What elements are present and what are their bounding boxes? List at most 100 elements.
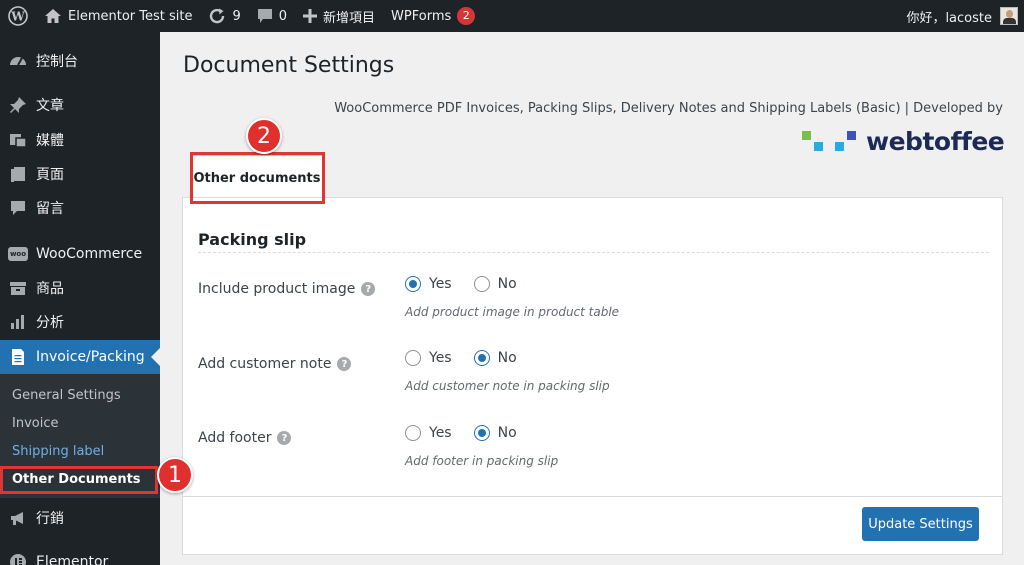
woocommerce-icon: woo xyxy=(0,247,36,261)
page-icon xyxy=(0,165,36,183)
radio-label: Yes xyxy=(429,350,452,366)
webtoffee-logo[interactable]: webtoffee xyxy=(802,126,1005,156)
webtoffee-wordmark: webtoffee xyxy=(866,126,1005,156)
radio-label: No xyxy=(497,276,517,292)
menu-item-pages[interactable]: 頁面 xyxy=(0,157,160,191)
radio-button[interactable] xyxy=(473,276,490,292)
add-customer-note-no[interactable]: No xyxy=(473,350,517,366)
svg-text:W: W xyxy=(10,10,25,24)
menu-item-dashboard[interactable]: 控制台 xyxy=(0,44,160,78)
avatar xyxy=(1000,7,1018,25)
home-icon xyxy=(44,8,62,24)
menu-item-label: 頁面 xyxy=(36,167,64,183)
menu-item-label: 分析 xyxy=(36,315,64,331)
add-footer-no[interactable]: No xyxy=(473,425,517,441)
menu-item-posts[interactable]: 文章 xyxy=(0,88,160,122)
annotation-highlight-submenu xyxy=(0,466,158,494)
new-content-link[interactable]: 新增項目 xyxy=(295,0,383,32)
label-add-footer: Add footer ? xyxy=(198,430,292,446)
plugin-credit-text: WooCommerce PDF Invoices, Packing Slips,… xyxy=(334,101,1003,116)
menu-item-media[interactable]: 媒體 xyxy=(0,123,160,157)
menu-item-woocommerce[interactable]: woo WooCommerce xyxy=(0,237,160,271)
menu-item-label: 行銷 xyxy=(36,511,64,527)
radio-label: No xyxy=(497,425,517,441)
elementor-icon xyxy=(0,553,36,565)
media-icon xyxy=(0,131,36,149)
menu-item-label: 媒體 xyxy=(36,133,64,149)
menu-item-marketing[interactable]: 行銷 xyxy=(0,501,160,535)
row-description: Add customer note in packing slip xyxy=(405,379,610,393)
site-name: Elementor Test site xyxy=(68,8,193,24)
my-account-link[interactable]: 你好，lacoste xyxy=(906,0,1018,32)
radio-button[interactable] xyxy=(405,425,421,441)
include-product-image-yes[interactable]: Yes xyxy=(405,276,452,292)
webtoffee-logo-mark-icon xyxy=(802,131,856,151)
pin-icon xyxy=(0,96,36,114)
help-icon[interactable]: ? xyxy=(337,357,352,371)
menu-item-label: 商品 xyxy=(36,281,64,297)
radio-button[interactable] xyxy=(473,350,490,366)
wpforms-label: WPForms xyxy=(391,8,452,24)
label-include-product-image: Include product image ? xyxy=(198,281,376,297)
menu-item-comments[interactable]: 留言 xyxy=(0,191,160,225)
include-product-image-no[interactable]: No xyxy=(473,276,517,292)
menu-item-label: WooCommerce xyxy=(36,246,143,262)
submenu-item-shipping-label[interactable]: Shipping label xyxy=(12,444,104,459)
panel-footer-divider xyxy=(183,496,1002,497)
radio-label: No xyxy=(497,350,517,366)
annotation-highlight-tab xyxy=(190,152,325,204)
add-footer-yes[interactable]: Yes xyxy=(405,425,452,441)
refresh-icon xyxy=(208,7,226,25)
section-title: Packing slip xyxy=(198,230,307,249)
radio-button[interactable] xyxy=(405,276,421,292)
settings-panel: Packing slip Include product image ? Yes… xyxy=(182,197,1003,555)
radio-button[interactable] xyxy=(405,350,421,366)
annotation-badge-2: 2 xyxy=(246,118,282,154)
radio-label: Yes xyxy=(429,425,452,441)
wpforms-link[interactable]: WPForms 2 xyxy=(383,0,483,32)
menu-item-label: Elementor xyxy=(36,554,109,565)
help-icon[interactable]: ? xyxy=(361,282,376,296)
row-label-text: Add customer note xyxy=(198,356,332,372)
radio-button[interactable] xyxy=(473,425,490,441)
menu-item-label: 留言 xyxy=(36,201,64,217)
menu-item-products[interactable]: 商品 xyxy=(0,271,160,305)
update-settings-button[interactable]: Update Settings xyxy=(862,507,979,541)
add-footer-radios: Yes No xyxy=(405,425,539,441)
comments-link[interactable]: 0 xyxy=(249,0,295,32)
greeting-text: 你好，lacoste xyxy=(906,10,992,26)
menu-item-label: 控制台 xyxy=(36,54,78,70)
archive-icon xyxy=(0,279,36,297)
bar-chart-icon xyxy=(0,313,36,331)
menu-item-invoice-packing[interactable]: Invoice/Packing xyxy=(0,340,160,374)
add-customer-note-yes[interactable]: Yes xyxy=(405,350,452,366)
comment-bubble-icon xyxy=(257,8,273,24)
dashboard-icon xyxy=(0,52,36,70)
plus-icon xyxy=(303,9,318,23)
updates-count: 9 xyxy=(232,8,241,24)
menu-item-elementor[interactable]: Elementor xyxy=(0,545,160,565)
updates-link[interactable]: 9 xyxy=(200,0,248,32)
new-content-label: 新增項目 xyxy=(323,10,376,26)
admin-bar: W Elementor Test site 9 0 新增項目 WPForms 2… xyxy=(0,0,1024,32)
section-divider xyxy=(198,252,989,253)
menu-item-analytics[interactable]: 分析 xyxy=(0,305,160,339)
menu-item-label: 文章 xyxy=(36,98,64,114)
submenu-item-invoice[interactable]: Invoice xyxy=(12,416,58,431)
row-label-text: Include product image xyxy=(198,281,356,297)
help-icon[interactable]: ? xyxy=(277,431,292,445)
row-description: Add footer in packing slip xyxy=(405,454,559,468)
annotation-badge-1: 1 xyxy=(157,457,193,493)
comments-count: 0 xyxy=(278,8,288,24)
megaphone-icon xyxy=(0,509,36,527)
comment-icon xyxy=(0,199,36,217)
menu-item-label: Invoice/Packing xyxy=(36,349,145,365)
add-customer-note-radios: Yes No xyxy=(405,350,539,366)
wordpress-logo-icon[interactable]: W xyxy=(0,0,36,32)
document-icon xyxy=(0,348,36,366)
row-label-text: Add footer xyxy=(198,430,272,446)
site-name-link[interactable]: Elementor Test site xyxy=(36,0,200,32)
submenu-item-general-settings[interactable]: General Settings xyxy=(12,388,121,403)
include-product-image-radios: Yes No xyxy=(405,276,539,292)
label-add-customer-note: Add customer note ? xyxy=(198,356,352,372)
